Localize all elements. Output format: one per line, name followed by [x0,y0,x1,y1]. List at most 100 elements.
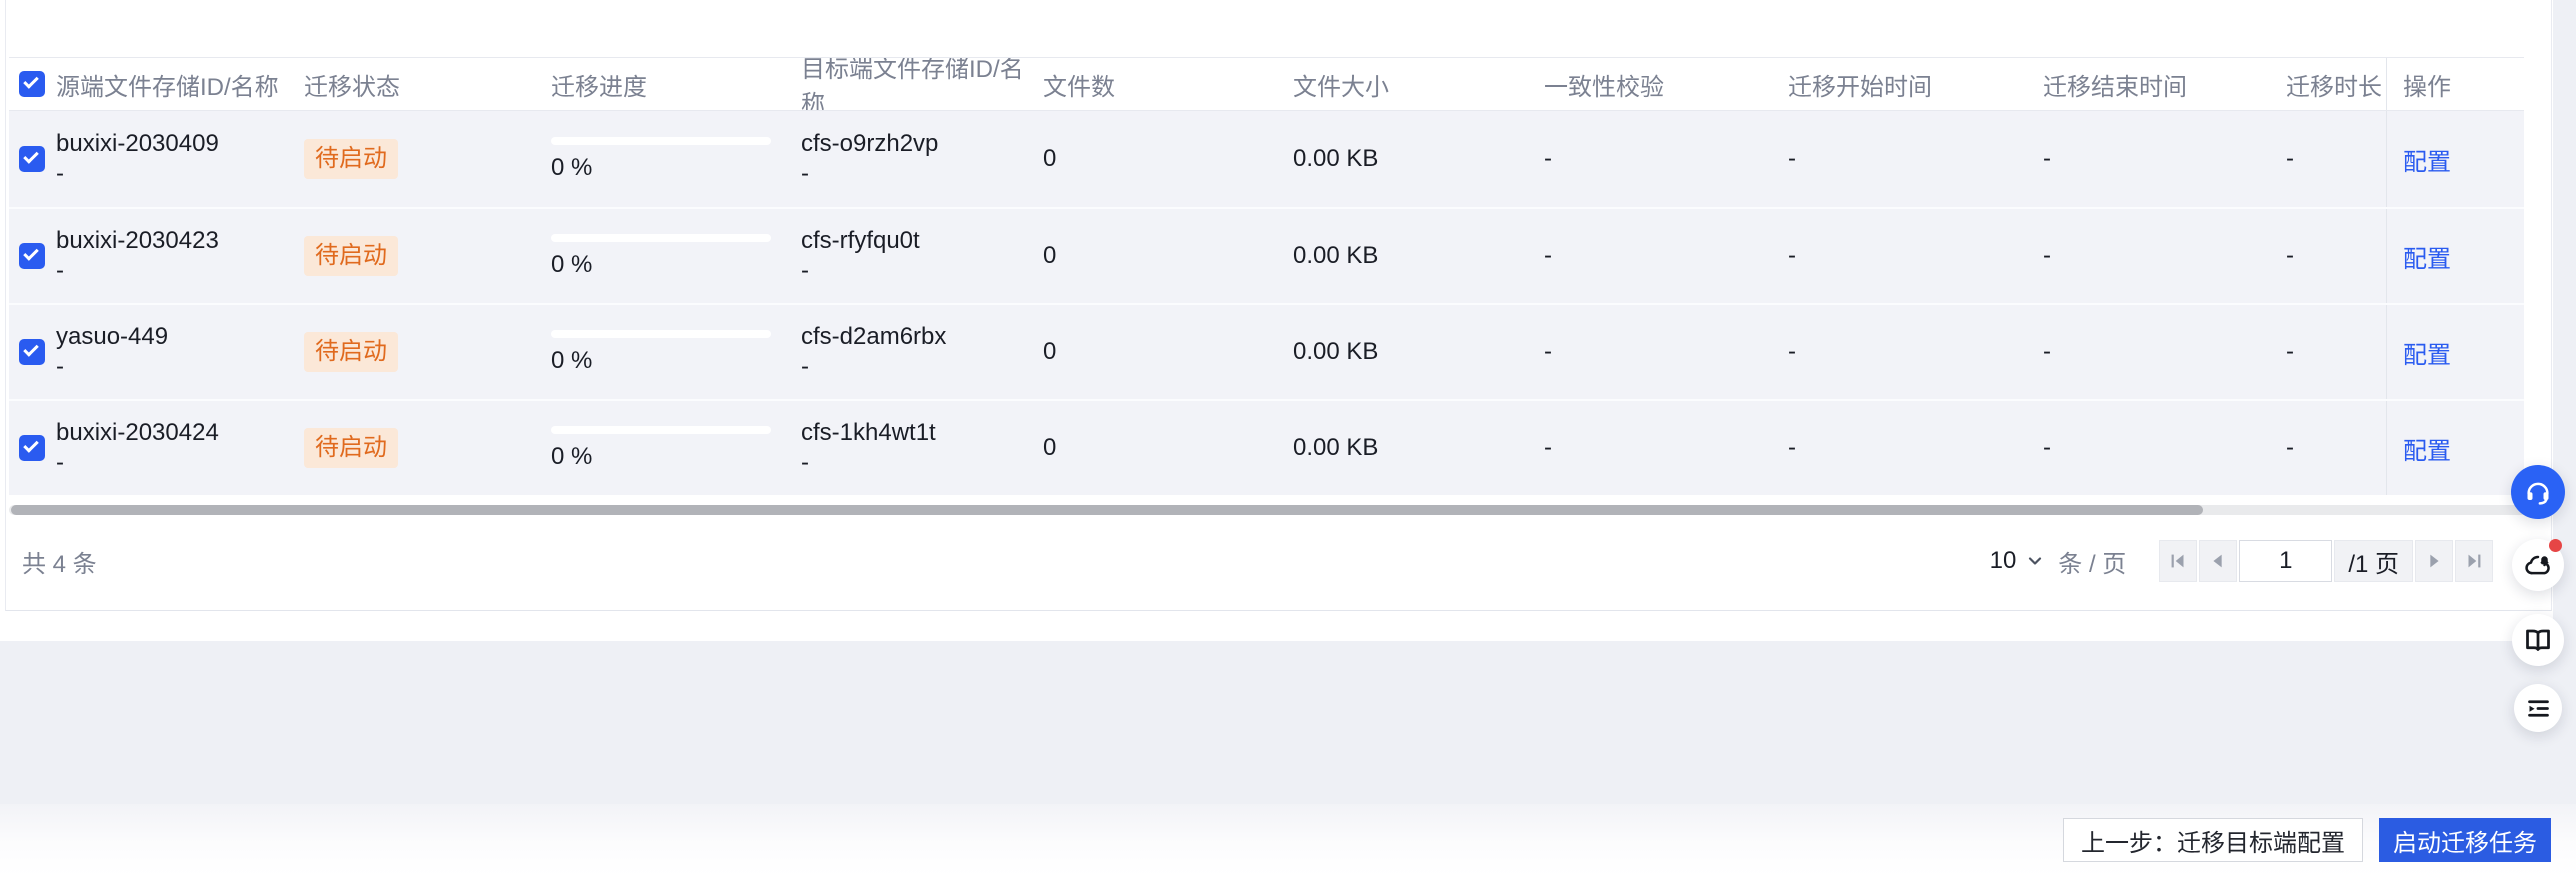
col-header-target-id: 目标端文件存储ID/名称 [801,58,1024,110]
consistency-cell: - [1544,434,1552,461]
table-header-row: 源端文件存储ID/名称 迁移状态 迁移进度 目标端文件存储ID/名称 文件数 文… [9,58,2524,111]
feedback-list-icon [2527,699,2549,717]
check-icon [23,341,39,357]
target-storage-cell: cfs-o9rzh2vp - [801,111,1043,207]
duration-cell: - [2286,434,2294,461]
progress-cell: 0 % [551,401,801,495]
file-count-cell: 0 [1043,434,1057,461]
source-storage-cell: buxixi-2030423 - [56,209,304,303]
source-storage-cell: buxixi-2030424 - [56,401,304,495]
start-time-cell: - [1788,338,1796,365]
col-header-duration: 迁移时长 [2286,73,2382,101]
progress-bar [551,425,771,434]
col-header-end-time: 迁移结束时间 [2043,73,2187,101]
progress-bar [551,136,771,145]
status-badge: 待启动 [304,139,398,179]
migration-table: 源端文件存储ID/名称 迁移状态 迁移进度 目标端文件存储ID/名称 文件数 文… [9,57,2524,495]
horizontal-scrollbar-track[interactable] [9,505,2526,515]
configure-link[interactable]: 配置 [2403,142,2451,177]
source-storage-name: - [56,353,64,380]
page-number-input[interactable] [2239,540,2333,582]
last-page-button[interactable] [2455,540,2493,582]
progress-percent-label: 0 % [551,153,593,181]
check-icon [23,245,39,261]
end-time-cell: - [2043,145,2051,172]
end-time-cell: - [2043,434,2051,461]
start-time-cell: - [1788,145,1796,172]
row-checkbox[interactable] [19,243,45,269]
target-storage-cell: cfs-1kh4wt1t - [801,401,1043,495]
total-count-label: 共 4 条 [22,550,97,578]
page: 源端文件存储ID/名称 迁移状态 迁移进度 目标端文件存储ID/名称 文件数 文… [0,0,2576,876]
col-header-consistency: 一致性校验 [1544,73,1664,101]
pagination-bar: 共 4 条 10 条 / 页 /1 页 [6,528,2551,594]
source-storage-cell: yasuo-449 - [56,305,304,399]
source-storage-name: - [56,257,64,284]
select-all-checkbox[interactable] [19,71,45,97]
configure-link[interactable]: 配置 [2403,431,2451,466]
status-cell: 待启动 [304,209,551,303]
file-size-cell: 0.00 KB [1293,338,1379,365]
horizontal-scrollbar-thumb[interactable] [11,505,2203,515]
status-cell: 待启动 [304,401,551,495]
wizard-footer: 上一步：迁移目标端配置 启动迁移任务 [0,804,2576,876]
progress-percent-label: 0 % [551,250,593,278]
page-size-value: 10 [1989,547,2017,574]
previous-step-button[interactable]: 上一步：迁移目标端配置 [2063,818,2363,862]
col-header-status: 迁移状态 [304,73,400,101]
first-page-icon [2171,554,2184,568]
col-header-source-id: 源端文件存储ID/名称 [56,73,279,101]
col-header-action: 操作 [2386,58,2524,110]
start-migration-button[interactable]: 启动迁移任务 [2379,818,2551,862]
target-storage-name: - [801,353,809,380]
first-page-button[interactable] [2159,540,2198,582]
source-storage-name: - [56,160,64,187]
feedback-button[interactable] [2514,684,2562,732]
check-icon [23,148,39,164]
progress-cell: 0 % [551,209,801,303]
start-time-cell: - [1788,434,1796,461]
previous-page-button[interactable] [2199,540,2238,582]
source-storage-name: - [56,449,64,476]
progress-percent-label: 0 % [551,346,593,374]
migration-table-card: 源端文件存储ID/名称 迁移状态 迁移进度 目标端文件存储ID/名称 文件数 文… [5,0,2552,611]
source-storage-id: buxixi-2030423 [56,227,219,254]
target-storage-name: - [801,257,809,284]
file-size-cell: 0.00 KB [1293,145,1379,172]
previous-page-icon [2213,554,2222,568]
table-body: buxixi-2030409 - 待启动 0 % cfs-o9rzh2vp - … [9,111,2524,495]
docs-button[interactable] [2512,614,2564,666]
col-header-file-size: 文件大小 [1293,73,1389,101]
progress-bar [551,329,771,338]
configure-link[interactable]: 配置 [2403,335,2451,370]
configure-link[interactable]: 配置 [2403,239,2451,274]
headset-icon [2527,482,2549,505]
row-checkbox[interactable] [19,339,45,365]
file-size-cell: 0.00 KB [1293,242,1379,269]
table-row: yasuo-449 - 待启动 0 % cfs-d2am6rbx - 0 0.0… [9,303,2524,399]
progress-bar [551,233,771,242]
status-cell: 待启动 [304,111,551,207]
next-page-button[interactable] [2415,540,2453,582]
consistency-cell: - [1544,242,1552,269]
row-checkbox[interactable] [19,435,45,461]
page-navigation: /1 页 [2159,540,2493,582]
target-storage-id: cfs-1kh4wt1t [801,419,936,446]
progress-cell: 0 % [551,305,801,399]
page-size-select[interactable]: 10 [1990,547,2046,575]
row-checkbox[interactable] [19,146,45,172]
consistency-cell: - [1544,145,1552,172]
page-size-unit-label: 条 / 页 [2058,550,2127,578]
cloud-bell-icon [2525,555,2550,575]
source-storage-id: buxixi-2030409 [56,130,219,157]
consistency-cell: - [1544,338,1552,365]
duration-cell: - [2286,145,2294,172]
target-storage-cell: cfs-d2am6rbx - [801,305,1043,399]
notification-button[interactable] [2512,539,2564,591]
chevron-down-icon [2029,557,2042,565]
next-page-icon [2430,554,2439,568]
table-row: buxixi-2030424 - 待启动 0 % cfs-1kh4wt1t - … [9,399,2524,495]
status-cell: 待启动 [304,305,551,399]
customer-service-button[interactable] [2511,465,2565,519]
col-header-start-time: 迁移开始时间 [1788,73,1932,101]
